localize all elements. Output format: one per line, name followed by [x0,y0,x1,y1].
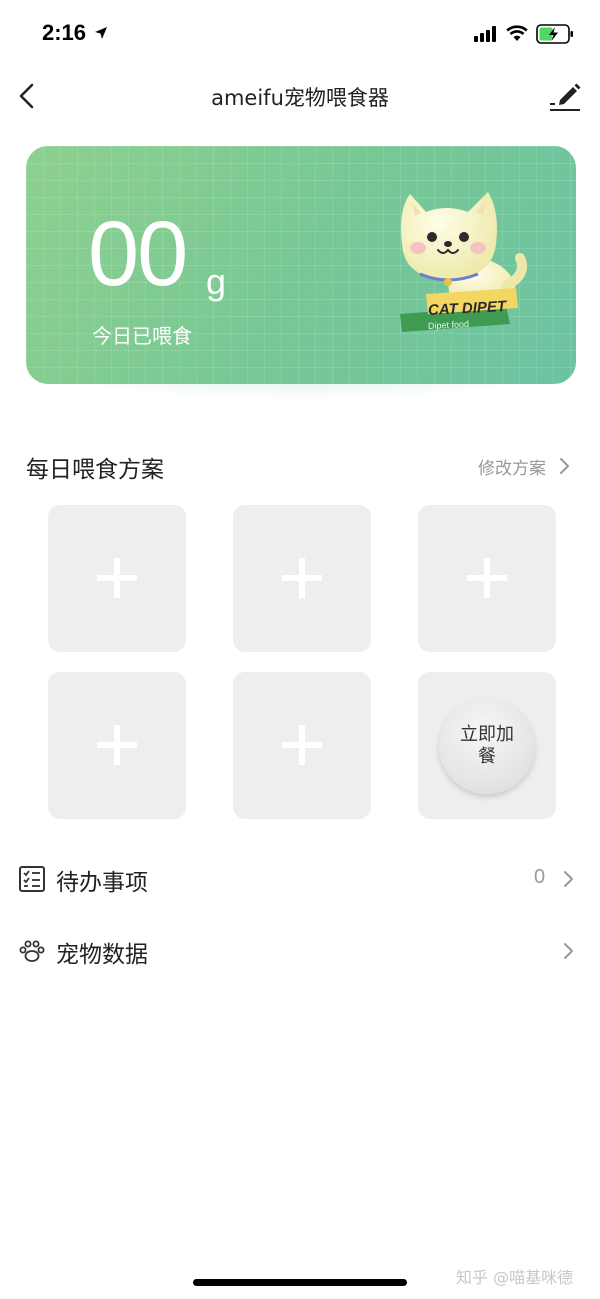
pet-data-row[interactable]: 宠物数据 [0,922,600,978]
status-bar: 2:16 [0,0,600,70]
feeding-plan-title: 每日喂食方案 [26,457,164,483]
chevron-right-icon [564,871,573,887]
wifi-icon [506,25,528,41]
feeding-slot-1[interactable] [48,505,186,652]
todo-row[interactable]: 待办事项 0 [0,850,600,906]
feed-now-button[interactable]: 立即加餐 [439,698,535,794]
battery-icon [536,24,573,44]
home-indicator[interactable] [193,1279,407,1286]
signal-icon [474,26,496,42]
today-fed-card: 00 g 今日已喂食 CAT DIPET Dipet food [26,146,576,384]
plus-icon [282,725,322,765]
location-arrow-icon [95,27,107,39]
pet-data-label: 宠物数据 [56,942,148,968]
plus-icon [97,725,137,765]
feeding-slot-2[interactable] [233,505,371,652]
fed-amount-label: 今日已喂食 [92,324,192,348]
watermark: 知乎 @喵基咪德 [456,1268,574,1287]
plus-icon [282,558,322,598]
todo-label: 待办事项 [56,870,148,896]
plus-icon [467,558,507,598]
feed-now-slot: 立即加餐 [418,672,556,819]
cat-mascot-illustration [400,192,528,332]
feed-now-label: 立即加餐 [460,724,514,767]
chevron-right-icon[interactable] [558,457,570,475]
paw-icon [19,940,45,962]
fed-unit: g [206,261,227,302]
feeding-slot-5[interactable] [233,672,371,819]
checklist-icon [19,866,45,892]
feeding-slot-4[interactable] [48,672,186,819]
nav-bar: ameifu宠物喂食器 [0,70,600,126]
mascot-caption-text: Dipet food [427,318,470,332]
chevron-right-icon [564,943,573,959]
todo-count: 0 [534,866,546,888]
status-time: 2:16 [42,20,87,45]
edit-button[interactable] [546,78,584,114]
fed-amount: 00 [88,203,188,305]
plus-icon [97,558,137,598]
modify-plan-link[interactable]: 修改方案 [478,454,546,479]
page-title: ameifu宠物喂食器 [211,86,389,110]
feeding-slot-3[interactable] [418,505,556,652]
